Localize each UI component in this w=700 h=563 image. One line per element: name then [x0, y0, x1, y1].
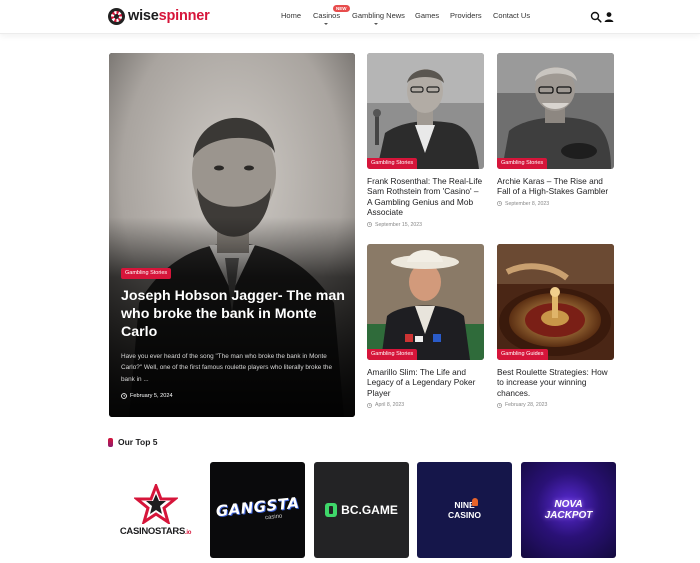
- gangsta-logo: GANGSTA casino: [215, 494, 301, 527]
- article-title[interactable]: Frank Rosenthal: The Real-Life Sam Roths…: [367, 176, 484, 218]
- casino-tile-gangsta[interactable]: GANGSTA casino: [210, 462, 305, 558]
- star-icon: [133, 483, 178, 524]
- casino-name-suffix: .io: [185, 529, 192, 536]
- clock-icon: [367, 402, 372, 408]
- chip-icon: [108, 437, 113, 447]
- category-tag[interactable]: Gambling Stories: [497, 158, 548, 169]
- featured-title[interactable]: Joseph Hobson Jagger- The man who broke …: [121, 287, 346, 341]
- casino-tile-nova-jackpot[interactable]: NOVA JACKPOT: [521, 462, 616, 558]
- roulette-logo-icon: [108, 8, 125, 25]
- user-icon[interactable]: [603, 10, 615, 22]
- casinostars-logo: CASINOSTARS.io: [119, 483, 192, 537]
- casino-name-suffix: casino: [264, 513, 283, 522]
- flame-icon: [472, 498, 478, 506]
- article-card[interactable]: Gambling Stories Archie Karas – The Rise…: [497, 53, 614, 207]
- date-text: February 28, 2023: [505, 402, 548, 409]
- date-text: September 8, 2023: [505, 200, 550, 207]
- section-title-text: Our Top 5: [118, 437, 158, 447]
- nav-providers[interactable]: Providers: [450, 11, 482, 20]
- casino-tile-casinostars[interactable]: CASINOSTARS.io: [108, 462, 203, 558]
- article-date: September 8, 2023: [497, 201, 614, 207]
- category-tag[interactable]: Gambling Stories: [367, 158, 418, 169]
- logo-text: wisespinner: [128, 8, 210, 24]
- clock-icon: [497, 201, 502, 207]
- search-icon[interactable]: [590, 10, 602, 23]
- article-card[interactable]: Gambling Stories Amarillo Slim: The Life…: [367, 244, 484, 408]
- date-text: September 15, 2023: [375, 221, 423, 228]
- article-title[interactable]: Archie Karas – The Rise and Fall of a Hi…: [497, 176, 614, 197]
- bcgame-logo: BC.GAME: [325, 503, 398, 517]
- casino-name-suffix: JACKPOT: [544, 510, 593, 521]
- article-card[interactable]: Gambling Stories Frank Rosenthal: The Re…: [367, 53, 484, 228]
- article-image: Gambling Stories: [367, 244, 484, 360]
- featured-excerpt: Have you ever heard of the song "The man…: [121, 353, 333, 383]
- casino-tile-nine-casino[interactable]: NINE CASINO: [417, 462, 512, 558]
- nav-contact[interactable]: Contact Us: [493, 11, 530, 20]
- chevron-down-icon: [374, 23, 378, 25]
- chevron-down-icon: [324, 23, 328, 25]
- article-image: Gambling Stories: [497, 53, 614, 169]
- casino-name: CASINOSTARS: [119, 525, 186, 537]
- nav-gambling-news[interactable]: Gambling News: [352, 11, 405, 20]
- site-logo[interactable]: wisespinner: [108, 8, 210, 25]
- article-date: September 15, 2023: [367, 222, 484, 228]
- nova-jackpot-logo: NOVA JACKPOT: [545, 499, 593, 521]
- nav-home[interactable]: Home: [281, 11, 301, 20]
- article-date: February 28, 2023: [497, 402, 614, 408]
- site-header: wisespinner Home Casinos Gambling News G…: [0, 0, 700, 34]
- section-title: Our Top 5: [108, 437, 158, 447]
- casino-name-suffix: CASINO: [447, 510, 482, 520]
- article-image: Gambling Stories: [367, 53, 484, 169]
- date-text: April 8, 2023: [375, 402, 405, 409]
- featured-article-card[interactable]: Gambling Stories Joseph Hobson Jagger- T…: [109, 53, 355, 417]
- category-tag[interactable]: Gambling Stories: [121, 268, 172, 279]
- casino-tile-bcgame[interactable]: BC.GAME: [314, 462, 409, 558]
- casino-name: BC.GAME: [341, 503, 398, 517]
- article-title[interactable]: Amarillo Slim: The Life and Legacy of a …: [367, 367, 484, 398]
- casino-name: NOVA: [554, 499, 583, 510]
- article-date: April 8, 2023: [367, 402, 484, 408]
- date-text: February 5, 2024: [130, 393, 173, 399]
- article-title[interactable]: Best Roulette Strategies: How to increas…: [497, 367, 614, 398]
- article-image: Gambling Guides: [497, 244, 614, 360]
- casino-name: GANGSTA: [214, 493, 300, 521]
- category-tag[interactable]: Gambling Stories: [367, 349, 418, 360]
- article-card[interactable]: Gambling Guides Best Roulette Strategies…: [497, 244, 614, 408]
- new-badge: NEW: [333, 5, 350, 12]
- featured-date: February 5, 2024: [121, 393, 173, 399]
- nav-games[interactable]: Games: [415, 11, 439, 20]
- nav-casinos[interactable]: Casinos: [313, 11, 340, 20]
- clock-icon: [497, 402, 502, 408]
- clock-icon: [121, 393, 127, 399]
- category-tag[interactable]: Gambling Guides: [497, 349, 548, 360]
- bc-game-icon: [325, 503, 338, 517]
- clock-icon: [367, 222, 372, 228]
